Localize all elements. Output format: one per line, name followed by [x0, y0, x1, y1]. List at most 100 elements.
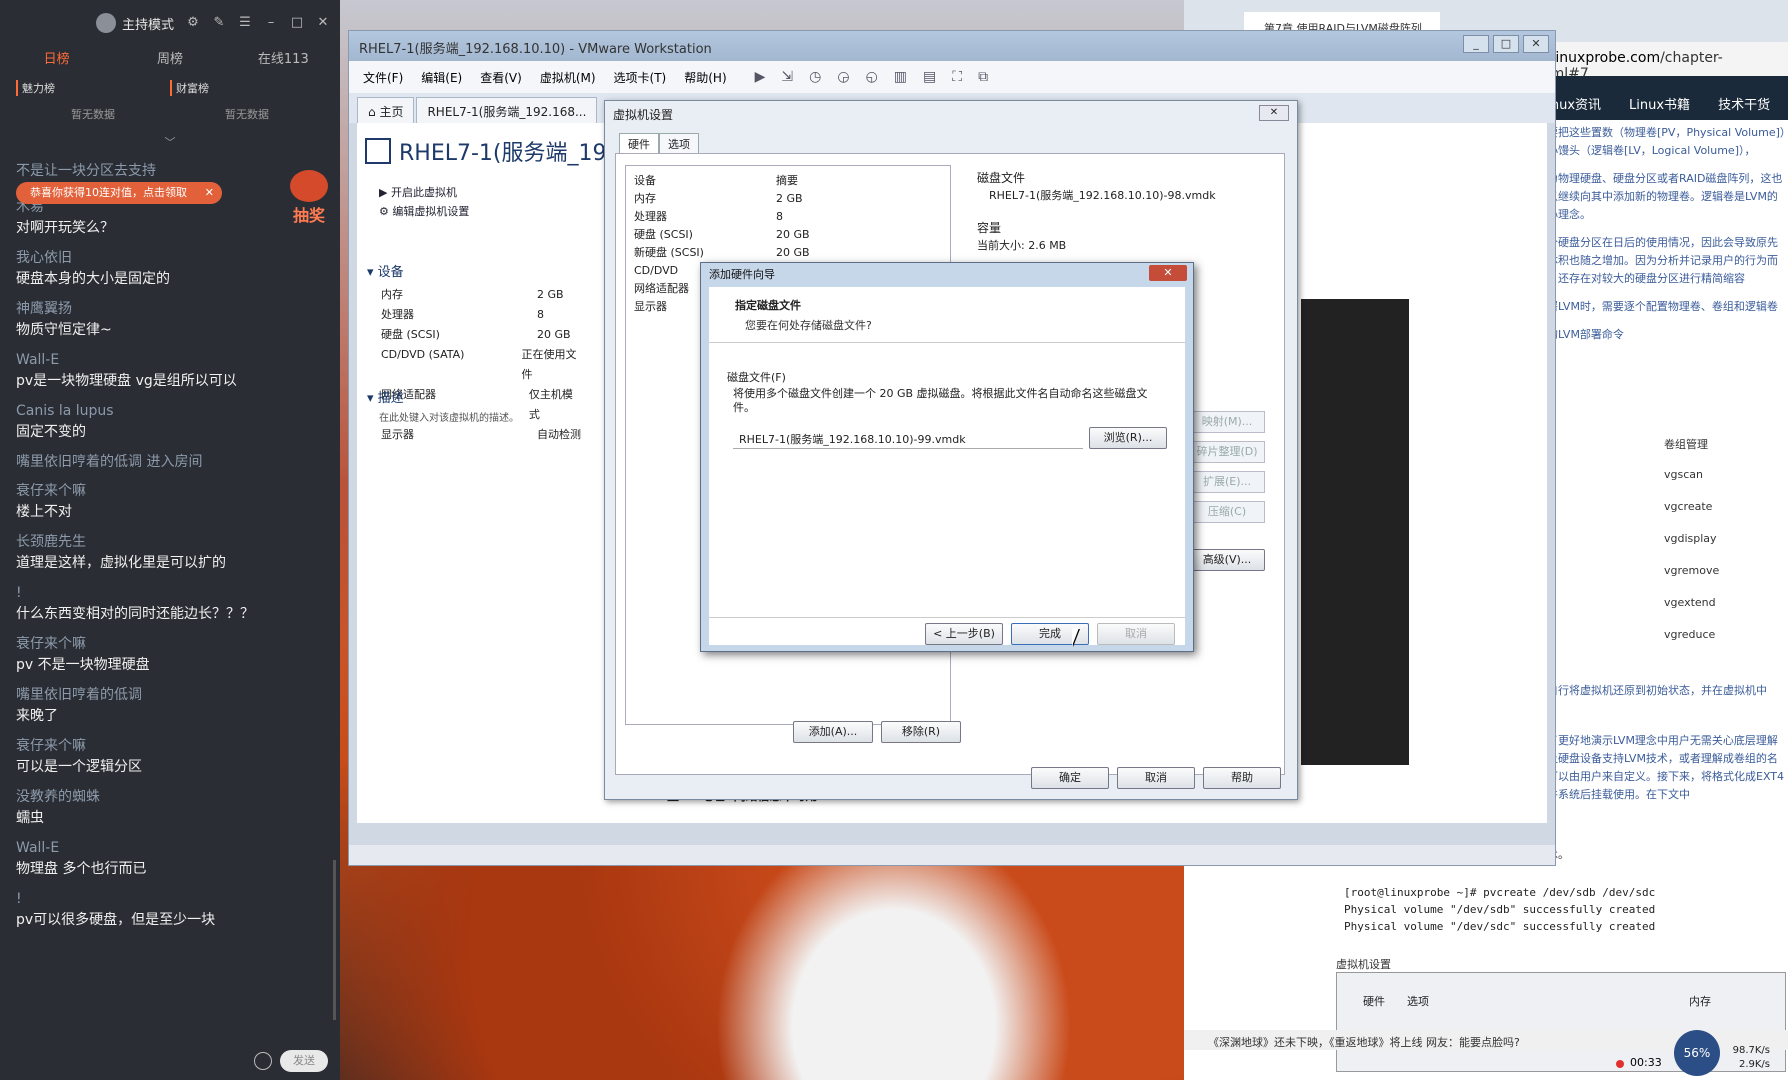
- menu-view[interactable]: 查看(V): [480, 69, 522, 86]
- lottery-icon: [290, 170, 328, 202]
- device-row[interactable]: 处理器 8: [381, 305, 581, 325]
- close-button[interactable]: ✕: [1149, 265, 1187, 281]
- advanced-button[interactable]: 高级(V)...: [1189, 549, 1265, 571]
- article-paragraph: 部署LVM时，需要逐个配置物理卷、卷组和逻辑卷: [1536, 300, 1778, 313]
- emoji-icon[interactable]: [254, 1052, 272, 1070]
- device-row[interactable]: 硬盘 (SCSI) 20 GB: [381, 325, 581, 345]
- tab-home-label: 主页: [379, 105, 404, 119]
- menu-vm[interactable]: 虚拟机(M): [540, 69, 596, 86]
- console-icon[interactable]: ▤: [923, 69, 936, 85]
- edit-settings-link[interactable]: ⚙ 编辑虚拟机设置: [379, 202, 469, 221]
- hardware-row[interactable]: 处理器 8: [626, 208, 950, 226]
- hardware-row[interactable]: 硬盘 (SCSI) 20 GB: [626, 226, 950, 244]
- settings-icon[interactable]: ⚙: [186, 16, 200, 30]
- chat-username[interactable]: 衰仔来个嘛: [16, 482, 330, 500]
- chat-username[interactable]: !: [16, 584, 330, 602]
- chat-username[interactable]: !: [16, 890, 330, 908]
- snapshot-icon[interactable]: ◷: [809, 69, 821, 85]
- close-button[interactable]: ✕: [1259, 105, 1289, 121]
- vmware-titlebar[interactable]: RHEL7-1(服务端_192.168.10.10) - VMware Work…: [349, 31, 1555, 61]
- back-button[interactable]: < 上一步(B): [925, 623, 1003, 645]
- description-text[interactable]: 在此处键入对该虚拟机的描述。: [379, 409, 519, 424]
- device-row[interactable]: 显示器 自动检测: [381, 425, 581, 445]
- fullscreen-icon[interactable]: ⛶: [952, 69, 962, 85]
- close-icon[interactable]: ✕: [205, 182, 214, 204]
- chat-username[interactable]: 衰仔来个嘛: [16, 635, 330, 653]
- send-keys-icon[interactable]: ⇲: [781, 69, 793, 85]
- device-value: 8: [537, 308, 544, 321]
- hardware-row[interactable]: 内存 2 GB: [626, 190, 950, 208]
- chat-username[interactable]: Canis la lupus: [16, 402, 330, 420]
- chat-username[interactable]: Wall-E: [16, 839, 330, 857]
- chat-username[interactable]: 长颈鹿先生: [16, 533, 330, 551]
- cpu-gauge[interactable]: 56%: [1674, 1030, 1720, 1076]
- reward-toast[interactable]: 恭喜你获得10连对值，点击领取 ✕: [16, 182, 222, 204]
- maximize-icon[interactable]: □: [290, 16, 304, 30]
- chat-username[interactable]: 衰仔来个嘛: [16, 737, 330, 755]
- tab-online[interactable]: 在线113: [227, 46, 340, 74]
- hardware-row[interactable]: 新硬盘 (SCSI) 20 GB: [626, 244, 950, 262]
- chat-username[interactable]: 没教养的蜘蛛: [16, 788, 330, 806]
- revert-snapshot-icon[interactable]: ◶: [837, 69, 849, 85]
- vm-screen-preview[interactable]: [1301, 299, 1409, 765]
- chat-username[interactable]: 神鹰翼扬: [16, 300, 330, 318]
- unity-icon[interactable]: ⧉: [978, 69, 988, 85]
- compact-button[interactable]: 压缩(C): [1189, 501, 1265, 523]
- table-cell: vgreduce: [1664, 628, 1716, 641]
- tab-vm[interactable]: RHEL7-1(服务端_192.168...: [416, 97, 598, 123]
- ok-button[interactable]: 确定: [1031, 767, 1109, 789]
- snapshot-manager-icon[interactable]: ◵: [866, 69, 878, 85]
- device-row[interactable]: CD/DVD (SATA) 正在使用文件: [381, 345, 581, 385]
- record-icon: [1616, 1060, 1624, 1068]
- menu-file[interactable]: 文件(F): [363, 69, 403, 86]
- record-timer: 00:33: [1630, 1056, 1662, 1069]
- power-on-link[interactable]: ▶ 开启此虚拟机: [379, 183, 469, 202]
- expand-button[interactable]: 扩展(E)...: [1189, 471, 1265, 493]
- tab-daily[interactable]: 日榜: [0, 46, 113, 74]
- chat-username[interactable]: 我心依旧: [16, 249, 330, 267]
- tab-home[interactable]: ⌂ 主页: [357, 97, 415, 123]
- map-button[interactable]: 映射(M)...: [1189, 411, 1265, 433]
- tab-options[interactable]: 选项: [659, 133, 699, 155]
- host-mode[interactable]: 主持模式: [95, 13, 174, 33]
- menu-help[interactable]: 帮助(H): [684, 69, 726, 86]
- play-icon[interactable]: ▶: [755, 69, 766, 85]
- nav-linux-books[interactable]: Linux书籍: [1629, 94, 1690, 120]
- tab-weekly[interactable]: 周榜: [113, 46, 226, 74]
- disk-file-input[interactable]: RHEL7-1(服务端_192.168.10.10)-99.vmdk: [733, 427, 1083, 449]
- device-row[interactable]: 内存 2 GB: [381, 285, 581, 305]
- browse-button[interactable]: 浏览(R)...: [1089, 427, 1167, 449]
- close-button[interactable]: ✕: [1523, 35, 1549, 53]
- capacity-heading: 容量: [977, 221, 1002, 235]
- close-icon[interactable]: ✕: [316, 16, 330, 30]
- nav-tech[interactable]: 技术干货: [1718, 94, 1770, 120]
- menu-icon[interactable]: ☰: [238, 16, 252, 30]
- minimize-icon[interactable]: –: [264, 16, 278, 30]
- add-hardware-button[interactable]: 添加(A)...: [793, 721, 873, 743]
- cancel-button[interactable]: 取消: [1117, 767, 1195, 789]
- mouse-cursor-icon: [1072, 628, 1086, 646]
- chat-scrollbar[interactable]: [333, 860, 336, 1020]
- tab-hardware[interactable]: 硬件: [619, 133, 659, 155]
- chevron-down-icon[interactable]: ﹀: [0, 134, 340, 150]
- chat-text: pv是一块物理硬盘 vg是组所以可以: [16, 373, 237, 389]
- defragment-button[interactable]: 碎片整理(D): [1189, 441, 1265, 463]
- edit-icon[interactable]: ✎: [212, 16, 226, 30]
- menu-edit[interactable]: 编辑(E): [421, 69, 462, 86]
- wealth-list-label[interactable]: 财富榜: [170, 80, 324, 96]
- sidebar-icon[interactable]: ▥: [894, 69, 907, 85]
- devices-heading[interactable]: ▾ 设备: [367, 261, 404, 280]
- lottery-button[interactable]: 抽奖: [288, 170, 330, 225]
- maximize-button[interactable]: □: [1493, 35, 1519, 53]
- chat-username[interactable]: 嘴里依旧哼着的低调: [16, 686, 330, 704]
- menu-tabs[interactable]: 选项卡(T): [614, 69, 667, 86]
- vm-actions: ▶ 开启此虚拟机 ⚙ 编辑虚拟机设置: [379, 183, 469, 221]
- description-heading[interactable]: ▾ 描述: [367, 387, 404, 406]
- remove-hardware-button[interactable]: 移除(R): [881, 721, 961, 743]
- chat-username[interactable]: Wall-E: [16, 351, 330, 369]
- charm-list-label[interactable]: 魅力榜: [16, 80, 170, 96]
- send-button[interactable]: 发送: [280, 1050, 328, 1072]
- cancel-button[interactable]: 取消: [1097, 623, 1175, 645]
- help-button[interactable]: 帮助: [1203, 767, 1281, 789]
- minimize-button[interactable]: _: [1463, 35, 1489, 53]
